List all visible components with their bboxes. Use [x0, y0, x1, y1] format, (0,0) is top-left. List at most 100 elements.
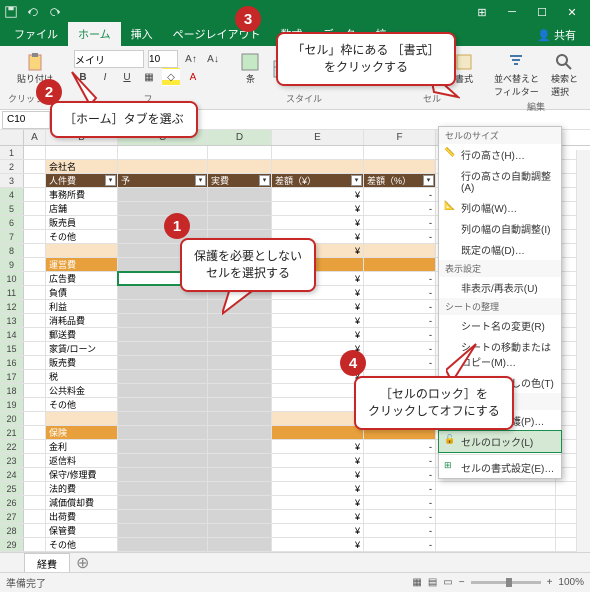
menu-autofit-row[interactable]: 行の高さの自動調整(A)	[439, 165, 561, 197]
cell[interactable]	[208, 468, 272, 481]
cell[interactable]: -	[364, 286, 436, 299]
share-button[interactable]: 👤共有	[523, 24, 590, 46]
cell[interactable]: ¥	[272, 314, 364, 327]
cell[interactable]: ¥	[272, 454, 364, 467]
cell[interactable]	[118, 356, 208, 369]
conditional-formatting-button[interactable]: 条	[236, 50, 264, 87]
row-header[interactable]: 15	[0, 342, 24, 355]
cell[interactable]: ¥	[272, 524, 364, 537]
cell[interactable]	[436, 524, 556, 537]
cell[interactable]	[272, 160, 364, 173]
cell[interactable]	[24, 328, 46, 341]
cell[interactable]: ¥	[272, 538, 364, 551]
undo-icon[interactable]	[26, 5, 40, 19]
cell[interactable]	[272, 426, 364, 439]
row-header[interactable]: 3	[0, 174, 24, 187]
cell[interactable]	[364, 258, 436, 271]
sort-filter-button[interactable]: 並べ替えと フィルター	[490, 50, 543, 100]
cell[interactable]	[24, 160, 46, 173]
font-name-select[interactable]	[74, 50, 144, 68]
vertical-scrollbar[interactable]	[576, 150, 590, 552]
cell[interactable]	[118, 314, 208, 327]
cell[interactable]: ¥	[272, 496, 364, 509]
cell[interactable]	[46, 412, 118, 425]
cell[interactable]	[24, 524, 46, 537]
cell[interactable]: ¥	[272, 328, 364, 341]
border-button[interactable]: ▦	[140, 68, 158, 86]
cell[interactable]	[46, 244, 118, 257]
cell[interactable]	[118, 328, 208, 341]
cell[interactable]: ¥	[272, 510, 364, 523]
minimize-button[interactable]: ─	[498, 1, 526, 23]
find-select-button[interactable]: 検索と 選択	[547, 50, 582, 100]
cell[interactable]: -	[364, 538, 436, 551]
cell[interactable]: -	[364, 440, 436, 453]
cell[interactable]	[118, 468, 208, 481]
underline-button[interactable]: U	[118, 68, 136, 86]
row-header[interactable]: 13	[0, 314, 24, 327]
cell[interactable]	[436, 538, 556, 551]
filter-dropdown-icon[interactable]: ▾	[195, 175, 206, 186]
cell[interactable]	[208, 216, 272, 229]
cell[interactable]	[208, 384, 272, 397]
view-pagebreak-icon[interactable]: ▭	[443, 577, 452, 588]
cell[interactable]	[208, 440, 272, 453]
cell[interactable]	[24, 314, 46, 327]
cell[interactable]: 運営費	[46, 258, 118, 271]
cell[interactable]: -	[364, 356, 436, 369]
font-color-button[interactable]: A	[184, 68, 202, 86]
cell[interactable]: -	[364, 524, 436, 537]
row-header[interactable]: 29	[0, 538, 24, 551]
cell[interactable]	[118, 440, 208, 453]
row-header[interactable]: 14	[0, 328, 24, 341]
menu-autofit-col[interactable]: 列の幅の自動調整(I)	[439, 218, 561, 239]
fill-color-button[interactable]: ◇	[162, 68, 180, 86]
row-header[interactable]: 10	[0, 272, 24, 285]
cell[interactable]	[118, 146, 208, 159]
cell[interactable]: -	[364, 342, 436, 355]
row-header[interactable]: 9	[0, 258, 24, 271]
font-size-select[interactable]	[148, 50, 178, 68]
cell[interactable]	[24, 216, 46, 229]
cell[interactable]	[24, 342, 46, 355]
cell[interactable]: -	[364, 230, 436, 243]
cell[interactable]: -	[364, 202, 436, 215]
row-header[interactable]: 21	[0, 426, 24, 439]
cell[interactable]	[208, 412, 272, 425]
select-all-corner[interactable]	[0, 130, 24, 145]
cell[interactable]: ¥	[272, 440, 364, 453]
cell[interactable]: -	[364, 510, 436, 523]
cell[interactable]: -	[364, 468, 436, 481]
cell[interactable]	[24, 496, 46, 509]
cell[interactable]: -	[364, 188, 436, 201]
cell[interactable]	[24, 258, 46, 271]
cell[interactable]	[118, 398, 208, 411]
menu-row-height[interactable]: 📏行の高さ(H)…	[439, 144, 561, 165]
cell[interactable]	[24, 510, 46, 523]
cell[interactable]: その他	[46, 230, 118, 243]
cell[interactable]	[364, 160, 436, 173]
italic-button[interactable]: I	[96, 68, 114, 86]
cell[interactable]: 人件費▾	[46, 174, 118, 187]
cell[interactable]: 実費▾	[208, 174, 272, 187]
cell[interactable]	[118, 524, 208, 537]
row-header[interactable]: 17	[0, 370, 24, 383]
row-header[interactable]: 11	[0, 286, 24, 299]
row-header[interactable]: 18	[0, 384, 24, 397]
row-header[interactable]: 7	[0, 230, 24, 243]
row-header[interactable]: 16	[0, 356, 24, 369]
cell[interactable]	[208, 482, 272, 495]
cell[interactable]	[272, 146, 364, 159]
cell[interactable]	[208, 328, 272, 341]
col-header[interactable]: E	[272, 130, 364, 145]
row-header[interactable]: 26	[0, 496, 24, 509]
cell[interactable]	[208, 370, 272, 383]
cell[interactable]: -	[364, 314, 436, 327]
cell[interactable]	[118, 538, 208, 551]
cell[interactable]: 予▾	[118, 174, 208, 187]
cell[interactable]	[118, 426, 208, 439]
cell[interactable]: ¥	[272, 468, 364, 481]
filter-dropdown-icon[interactable]: ▾	[423, 175, 434, 186]
cell[interactable]	[24, 230, 46, 243]
cell[interactable]: 差額（%）▾	[364, 174, 436, 187]
